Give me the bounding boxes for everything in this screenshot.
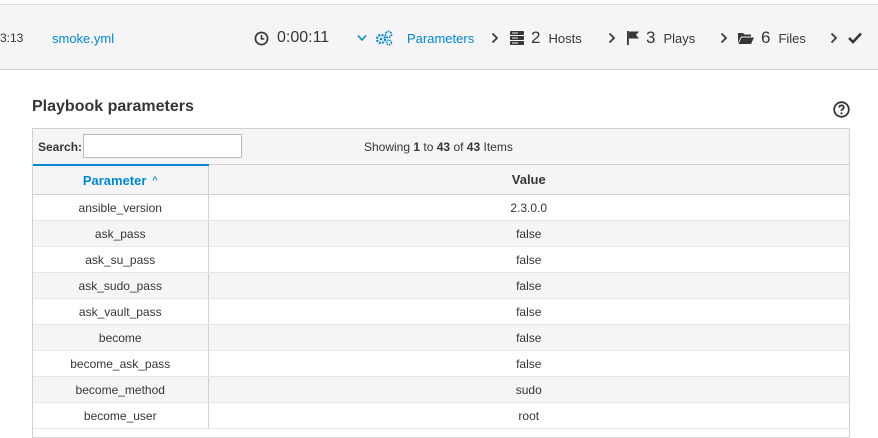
- range-to: to: [420, 139, 437, 154]
- page-title: Playbook parameters: [32, 98, 194, 115]
- parameter-cell: ask_sudo_pass: [33, 272, 208, 299]
- total-count: 43: [466, 139, 481, 154]
- chevron-down-icon[interactable]: [357, 5, 367, 71]
- chevron-right-icon: [720, 5, 728, 71]
- parameter-cell: become: [33, 324, 208, 351]
- parameter-cell: become_method: [33, 376, 208, 403]
- plays-label: Plays: [663, 30, 696, 46]
- parameters-table-container: Search: Showing 1 to 43 of 43 Items Para…: [32, 128, 850, 438]
- table-row: ask_pass false: [33, 220, 849, 247]
- table-toolbar: Search: Showing 1 to 43 of 43 Items: [33, 129, 849, 165]
- parameters-label: Parameters: [407, 30, 475, 46]
- column-header-parameter[interactable]: Parameter ^: [33, 164, 208, 195]
- pagination-summary: Showing 1 to 43 of 43 Items: [364, 129, 513, 164]
- duration-value: 0:00:11: [277, 29, 330, 46]
- column-label-value: Value: [511, 172, 546, 187]
- hosts-tab[interactable]: 2 Hosts: [509, 5, 582, 71]
- value-cell: false: [207, 350, 849, 377]
- table-row: become false: [33, 324, 849, 351]
- chevron-right-icon: [608, 5, 616, 71]
- value-cell: false: [207, 298, 849, 325]
- flag-icon: [627, 31, 639, 45]
- search-input[interactable]: [83, 134, 242, 158]
- table-row: ansible_version 2.3.0.0: [33, 194, 849, 221]
- value-cell: false: [207, 272, 849, 299]
- plays-tab[interactable]: 3 Plays: [626, 5, 695, 71]
- duration: 0:00:11: [254, 5, 329, 71]
- value-cell: false: [207, 220, 849, 247]
- chevron-right-icon: [491, 5, 499, 71]
- value-cell: false: [207, 324, 849, 351]
- hosts-count: 2: [531, 28, 541, 47]
- plays-count: 3: [646, 28, 656, 47]
- table-row: become_ask_pass false: [33, 350, 849, 377]
- table-row: become_method sudo: [33, 376, 849, 403]
- files-count: 6: [761, 28, 771, 47]
- sort-ascending-icon: ^: [152, 174, 158, 185]
- chevron-right-icon: [830, 5, 838, 71]
- parameter-cell: ask_su_pass: [33, 246, 208, 273]
- search-label: Search:: [38, 139, 83, 154]
- parameters-tab[interactable]: Parameters: [375, 5, 474, 71]
- table-row: ask_sudo_pass false: [33, 272, 849, 299]
- parameter-cell: ask_vault_pass: [33, 298, 208, 325]
- start-time-fragment: 3:13: [0, 31, 24, 45]
- parameter-cell: ask_pass: [33, 220, 208, 247]
- hosts-label: Hosts: [548, 30, 582, 46]
- range-end: 43: [436, 139, 451, 154]
- table-row: ask_su_pass false: [33, 246, 849, 273]
- server-icon: [510, 31, 524, 45]
- parameters-table: Parameter ^ Value ansible_version 2.3.0.0 a…: [33, 164, 849, 429]
- clock-icon: [254, 31, 269, 45]
- parameter-cell: ansible_version: [33, 194, 208, 221]
- folder-open-icon: [738, 33, 754, 44]
- column-header-value[interactable]: Value: [207, 165, 849, 195]
- files-tab[interactable]: 6 Files: [737, 5, 806, 71]
- range-start: 1: [413, 139, 421, 154]
- value-cell: 2.3.0.0: [207, 194, 849, 221]
- gears-icon: [375, 30, 393, 46]
- value-cell: sudo: [207, 376, 849, 403]
- playbook-link[interactable]: smoke.yml: [52, 5, 114, 71]
- column-label-parameter: Parameter: [82, 172, 147, 188]
- value-cell: false: [207, 246, 849, 273]
- items-suffix: Items: [480, 139, 513, 154]
- top-navigation-bar: 3:13 smoke.yml 0:00:11 Parameters 2 Host…: [0, 4, 878, 70]
- help-icon[interactable]: [833, 101, 850, 118]
- files-label: Files: [778, 30, 806, 46]
- range-of: of: [450, 139, 467, 154]
- parameter-cell: become_ask_pass: [33, 350, 208, 377]
- status-check-icon: [847, 5, 863, 71]
- showing-prefix: Showing: [364, 139, 414, 154]
- table-header-row: Parameter ^ Value: [33, 164, 849, 195]
- table-row: ask_vault_pass false: [33, 298, 849, 325]
